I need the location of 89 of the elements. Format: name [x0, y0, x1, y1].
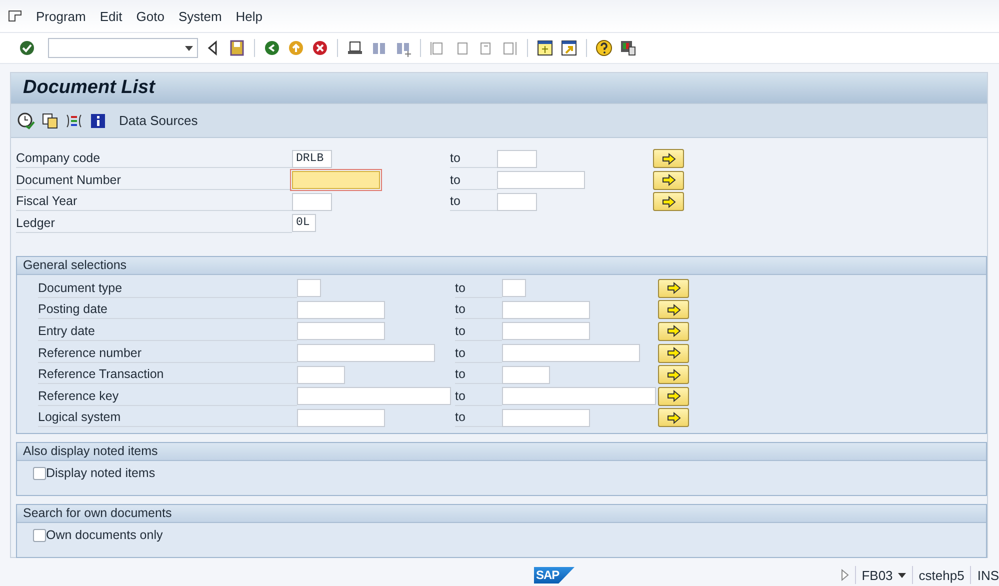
multiple-selection-button[interactable] — [653, 192, 684, 212]
multiple-selection-button[interactable] — [658, 322, 689, 341]
input-field[interactable] — [292, 192, 332, 211]
input-field[interactable] — [292, 171, 380, 190]
input-field[interactable] — [297, 279, 321, 298]
new-window-icon[interactable] — [536, 39, 554, 57]
group-title: Also display noted items — [17, 443, 986, 462]
multiple-selection-button[interactable] — [658, 408, 689, 428]
input-field[interactable] — [497, 150, 537, 168]
field-label: Document type — [38, 278, 297, 298]
help-icon[interactable] — [595, 39, 613, 57]
last-page-icon[interactable] — [501, 39, 519, 57]
input-field[interactable] — [297, 344, 435, 362]
input-field[interactable] — [297, 366, 345, 384]
input-field[interactable] — [297, 408, 385, 427]
input-field[interactable] — [502, 300, 590, 319]
checkbox-label: Own documents only — [46, 528, 163, 542]
menu-item[interactable]: Edit — [100, 8, 122, 24]
menu-item[interactable]: Program — [36, 8, 86, 24]
input-field[interactable] — [297, 322, 385, 340]
logo: SAP — [534, 566, 575, 584]
layout-menu-icon[interactable] — [619, 39, 637, 57]
input-field[interactable]: DRLB — [292, 150, 332, 168]
cancel-icon[interactable] — [311, 39, 329, 57]
system-menu-icon[interactable] — [8, 10, 22, 22]
user-name: cstehp5 — [918, 568, 964, 582]
enter-icon[interactable] — [18, 39, 36, 57]
arrow-right-icon — [662, 152, 676, 164]
arrow-right-icon — [666, 390, 680, 402]
input-field[interactable] — [502, 408, 590, 427]
input-field[interactable] — [297, 387, 451, 406]
input-field[interactable] — [502, 387, 656, 406]
data-sources-button[interactable]: Data Sources — [117, 111, 200, 130]
multiple-selection-button[interactable] — [658, 386, 689, 406]
transaction-dropdown[interactable]: FB03 — [862, 568, 906, 582]
clock-check-icon[interactable] — [17, 112, 35, 130]
field-label: Entry date — [38, 322, 297, 341]
input-field[interactable] — [497, 171, 585, 190]
arrow-right-icon — [666, 325, 680, 338]
field-label: Reference Transaction — [38, 365, 297, 384]
caret-icon — [898, 572, 906, 578]
multiple-selection-button[interactable] — [658, 300, 689, 320]
field-label: Ledger — [16, 214, 292, 233]
info-icon[interactable] — [89, 112, 107, 130]
input-field[interactable] — [502, 279, 526, 298]
input-mode: INS — [977, 568, 999, 582]
save-icon[interactable] — [228, 39, 246, 57]
field-label: Posting date — [38, 300, 297, 320]
arrow-right-icon — [662, 196, 676, 208]
print-icon[interactable] — [346, 39, 364, 57]
arrow-right-icon — [666, 304, 680, 316]
shortcut-icon[interactable] — [560, 39, 578, 57]
arrow-right-icon — [666, 347, 680, 360]
arrow-right-icon — [662, 174, 676, 186]
input-field[interactable] — [502, 322, 590, 340]
field-label: Fiscal Year — [16, 192, 292, 212]
exit-icon[interactable] — [287, 39, 305, 57]
checkbox-label: Display noted items — [46, 466, 156, 480]
command-field[interactable] — [48, 38, 198, 58]
group-title: Search for own documents — [17, 505, 986, 524]
checkbox[interactable] — [33, 528, 46, 542]
group-title: General selections — [17, 256, 986, 275]
field-label: Reference key — [38, 386, 297, 406]
back-icon[interactable] — [263, 39, 281, 57]
multiple-selection-button[interactable] — [658, 365, 689, 384]
field-label: Company code — [16, 149, 292, 168]
input-field[interactable] — [497, 192, 537, 211]
menu-item[interactable]: System — [178, 8, 222, 24]
input-field[interactable]: 0L — [292, 214, 316, 232]
arrow-right-icon — [666, 368, 680, 381]
field-label: Reference number — [38, 344, 297, 363]
caret-icon[interactable] — [185, 46, 193, 50]
field-label: Logical system — [38, 408, 297, 428]
menu-item[interactable]: Help — [236, 8, 263, 24]
arrow-right-icon — [666, 412, 680, 424]
triangle-right-icon[interactable] — [840, 569, 849, 581]
multiple-selection-button[interactable] — [658, 344, 689, 363]
input-field[interactable] — [502, 366, 550, 384]
input-field[interactable] — [297, 300, 385, 319]
checkbox[interactable] — [33, 466, 46, 480]
menu-item[interactable]: Goto — [136, 8, 164, 24]
copy-icon[interactable] — [41, 112, 59, 130]
arrow-right-icon — [666, 282, 680, 294]
multiple-selection-button[interactable] — [653, 149, 684, 168]
screen-title: Document List — [11, 73, 987, 103]
multiple-selection-button[interactable] — [653, 170, 684, 190]
multiple-selection-button[interactable] — [658, 278, 689, 298]
input-field[interactable] — [502, 344, 640, 362]
color-list-icon[interactable] — [65, 112, 83, 130]
